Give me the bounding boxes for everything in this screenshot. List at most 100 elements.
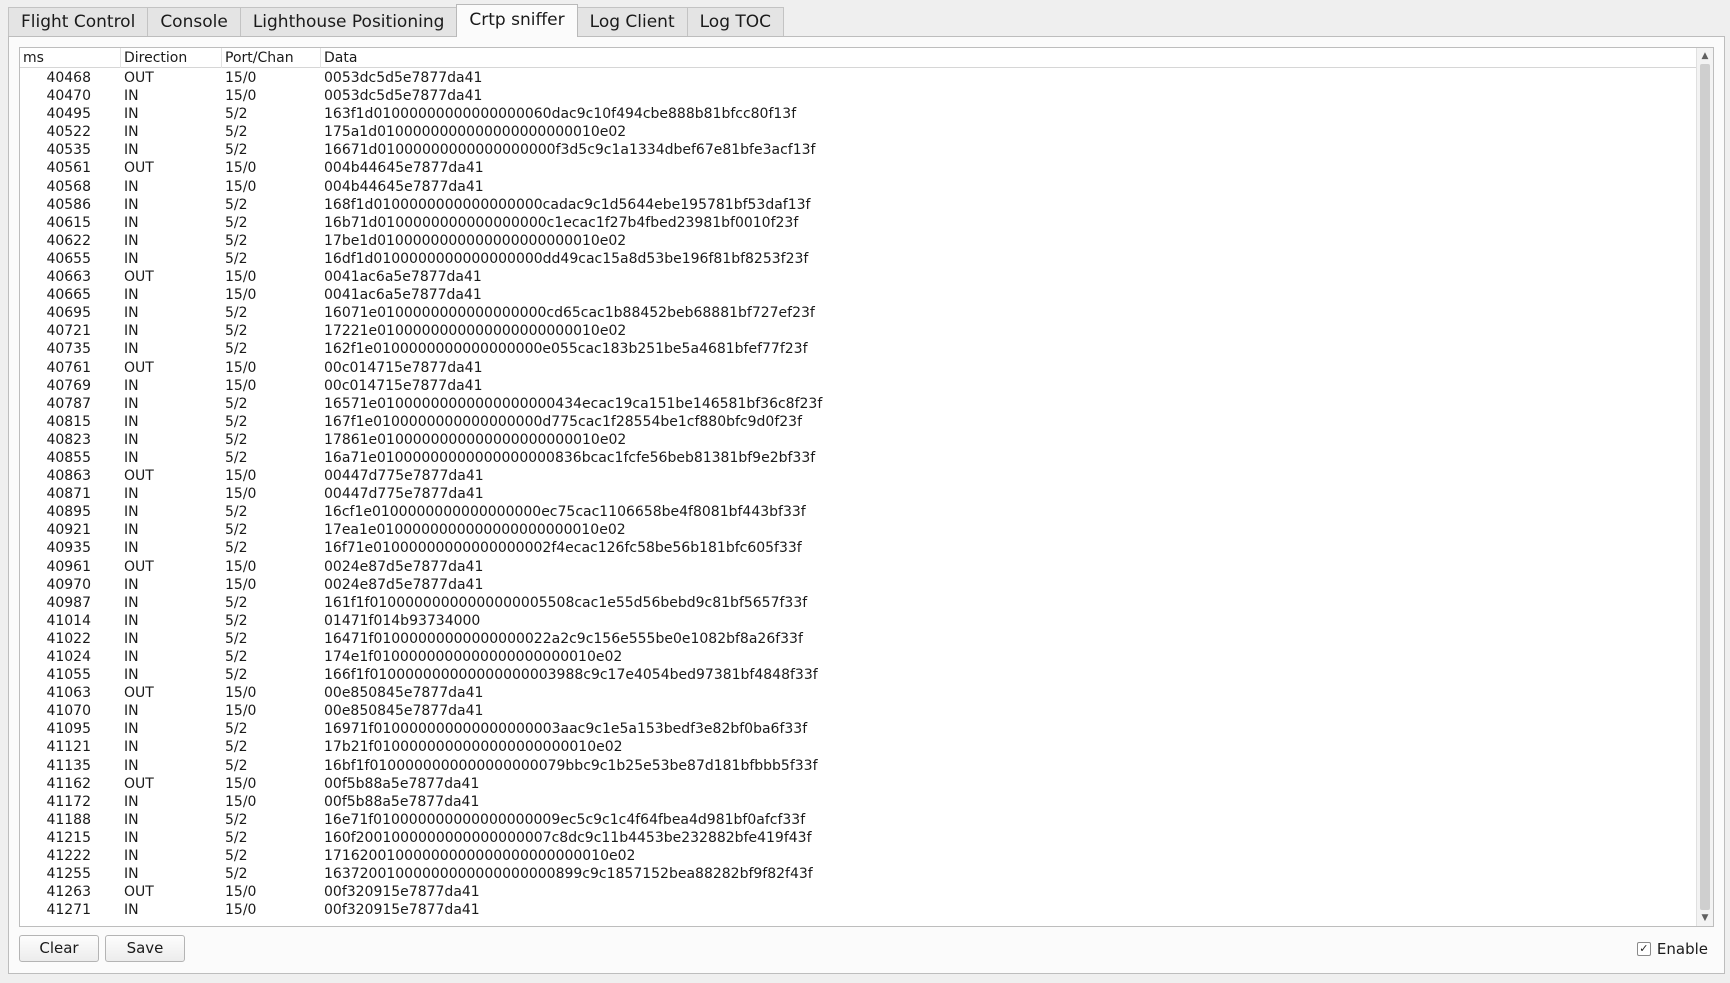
enable-checkbox[interactable]: ✓ [1636,942,1651,956]
cell-data: 0024e87d5e7877da41 [324,558,484,575]
table-row[interactable]: 40721 IN 5/2 17221e010000000000000000000001… [20,322,1696,340]
table-row[interactable]: 40586 IN 5/2 168f1d0100000000000000000cadac… [20,196,1696,214]
table-row[interactable]: 40761 OUT 15/0 00c014715e7877da41 [20,359,1696,377]
table-row[interactable]: 41063 OUT 15/0 00e850845e7877da41 [20,684,1696,702]
cell-data: 16df1d0100000000000000000dd49cac15a8d53b… [324,250,809,267]
cell-port-chan: 5/2 [225,594,248,611]
cell-port-chan: 5/2 [225,829,248,846]
table-row[interactable]: 40871 IN 15/0 00447d775e7877da41 [20,485,1696,503]
cell-port-chan: 5/2 [225,106,248,123]
table-row[interactable]: 40970 IN 15/0 0024e87d5e7877da41 [20,576,1696,594]
cell-direction: IN [124,287,139,304]
column-header-data[interactable]: Data [321,48,1696,68]
table-row[interactable]: 40535 IN 5/2 16671d01000000000000000000f3d5… [20,141,1696,159]
table-row[interactable]: 41095 IN 5/2 16971f010000000000000000003aac… [20,720,1696,738]
table-row[interactable]: 41255 IN 5/2 16372001000000000000000000899c… [20,865,1696,883]
cell-direction: IN [124,305,139,322]
save-button[interactable]: Save [105,935,185,962]
cell-port-chan: 5/2 [225,395,248,412]
cell-data: 168f1d0100000000000000000cadac9c1d5644eb… [324,196,811,213]
table-row[interactable]: 41162 OUT 15/0 00f5b88a5e7877da41 [20,775,1696,793]
table-row[interactable]: 41024 IN 5/2 174e1f010000000000000000000001… [20,648,1696,666]
table-row[interactable]: 40863 OUT 15/0 00447d775e7877da41 [20,467,1696,485]
table-row[interactable]: 40615 IN 5/2 16b71d0100000000000000000c1eca… [20,214,1696,232]
table-row[interactable]: 40495 IN 5/2 163f1d01000000000000000060dac9… [20,105,1696,123]
cell-port-chan: 5/2 [225,250,248,267]
cell-ms: 40561 [46,160,91,177]
cell-port-chan: 5/2 [225,413,248,430]
scrollbar-thumb[interactable] [1700,64,1710,910]
cell-data: 17b21f0100000000000000000000010e02 [324,739,623,756]
cell-ms: 40987 [46,594,91,611]
table-row[interactable]: 40655 IN 5/2 16df1d0100000000000000000dd49c… [20,250,1696,268]
table-row[interactable]: 41263 OUT 15/0 00f320915e7877da41 [20,883,1696,901]
clear-button[interactable]: Clear [19,935,99,962]
scroll-up-icon[interactable]: ▲ [1697,48,1713,64]
cell-direction: IN [124,124,139,141]
table-row[interactable]: 40470 IN 15/0 0053dc5d5e7877da41 [20,87,1696,105]
column-header-ms[interactable]: ms [20,48,121,68]
table-row[interactable]: 41222 IN 5/2 171620010000000000000000000000… [20,847,1696,865]
table-row[interactable]: 40921 IN 5/2 17ea1e010000000000000000000001… [20,521,1696,539]
table-row[interactable]: 40622 IN 5/2 17be1d010000000000000000000001… [20,232,1696,250]
cell-direction: IN [124,522,139,539]
table-row[interactable]: 40468 OUT 15/0 0053dc5d5e7877da41 [20,69,1696,87]
cell-data: 166f1f010000000000000000003988c9c17e4054… [324,667,818,684]
column-header-direction[interactable]: Direction [121,48,222,68]
table-row[interactable]: 40522 IN 5/2 175a1d010000000000000000000001… [20,123,1696,141]
table-row[interactable]: 40823 IN 5/2 17861e010000000000000000000001… [20,431,1696,449]
table-row[interactable]: 41188 IN 5/2 16e71f010000000000000000009ec5… [20,811,1696,829]
table-row[interactable]: 40769 IN 15/0 00c014715e7877da41 [20,377,1696,395]
tab-log-toc[interactable]: Log TOC [686,7,785,37]
table-row[interactable]: 41271 IN 15/0 00f320915e7877da41 [20,901,1696,919]
tab-log-client[interactable]: Log Client [576,7,688,37]
cell-data: 162f1e0100000000000000000e055cac183b251b… [324,341,808,358]
table-row[interactable]: 41022 IN 5/2 16471f01000000000000000022a2c9… [20,630,1696,648]
table-row[interactable]: 41121 IN 5/2 17b21f010000000000000000000001… [20,738,1696,756]
cell-ms: 41095 [46,721,91,738]
cell-ms: 41215 [46,829,91,846]
table-row[interactable]: 40561 OUT 15/0 004b44645e7877da41 [20,159,1696,177]
cell-data: 16471f01000000000000000022a2c9c156e555be… [324,630,803,647]
table-row[interactable]: 40815 IN 5/2 167f1e0100000000000000000d775c… [20,413,1696,431]
table-row[interactable]: 40787 IN 5/2 16571e01000000000000000000434e… [20,395,1696,413]
table-row[interactable]: 40855 IN 5/2 16a71e01000000000000000000836b… [20,449,1696,467]
table-row[interactable]: 40935 IN 5/2 16f71e01000000000000000002f4ec… [20,539,1696,557]
table-row[interactable]: 40568 IN 15/0 004b44645e7877da41 [20,178,1696,196]
table-row[interactable]: 40665 IN 15/0 0041ac6a5e7877da41 [20,286,1696,304]
table-row[interactable]: 41070 IN 15/0 00e850845e7877da41 [20,702,1696,720]
cell-data: 16b71d0100000000000000000c1ecac1f27b4fbe… [324,214,799,231]
cell-port-chan: 15/0 [225,178,257,195]
table-row[interactable]: 41135 IN 5/2 16bf1f0100000000000000000079bb… [20,757,1696,775]
cell-direction: OUT [124,685,154,702]
vertical-scrollbar[interactable]: ▲ ▼ [1696,48,1713,926]
cell-direction: IN [124,250,139,267]
table-row[interactable]: 41215 IN 5/2 160f2001000000000000000007c8dc… [20,829,1696,847]
table-row[interactable]: 40895 IN 5/2 16cf1e0100000000000000000ec75c… [20,503,1696,521]
column-header-port-chan[interactable]: Port/Chan [222,48,321,68]
cell-port-chan: 15/0 [225,685,257,702]
cell-port-chan: 5/2 [225,866,248,883]
packet-table[interactable]: ms Direction Port/Chan Data 40468 OUT 15/0… [19,47,1714,927]
cell-data: 16cf1e0100000000000000000ec75cac1106658b… [324,504,806,521]
table-row[interactable]: 40987 IN 5/2 161f1f01000000000000000005508c… [20,594,1696,612]
table-row[interactable]: 41172 IN 15/0 00f5b88a5e7877da41 [20,793,1696,811]
cell-direction: IN [124,540,139,557]
tab-flight-control[interactable]: Flight Control [8,7,149,37]
tab-console[interactable]: Console [147,7,241,37]
cell-direction: IN [124,504,139,521]
table-row[interactable]: 40695 IN 5/2 16071e0100000000000000000cd65c… [20,304,1696,322]
tab-lighthouse-positioning[interactable]: Lighthouse Positioning [239,7,458,37]
cell-ms: 40721 [46,323,91,340]
enable-toggle[interactable]: ✓ Enable [1636,939,1708,959]
table-row[interactable]: 41055 IN 5/2 166f1f010000000000000000003988… [20,666,1696,684]
scroll-down-icon[interactable]: ▼ [1697,910,1713,926]
table-row[interactable]: 41014 IN 5/2 01471f014b93734000 [20,612,1696,630]
table-row[interactable]: 40961 OUT 15/0 0024e87d5e7877da41 [20,558,1696,576]
tab-crtp-sniffer[interactable]: Crtp sniffer [456,4,578,37]
cell-ms: 41024 [46,649,91,665]
cell-ms: 40855 [46,449,91,466]
cell-direction: IN [124,649,139,665]
table-row[interactable]: 40663 OUT 15/0 0041ac6a5e7877da41 [20,268,1696,286]
table-row[interactable]: 40735 IN 5/2 162f1e0100000000000000000e055c… [20,340,1696,358]
